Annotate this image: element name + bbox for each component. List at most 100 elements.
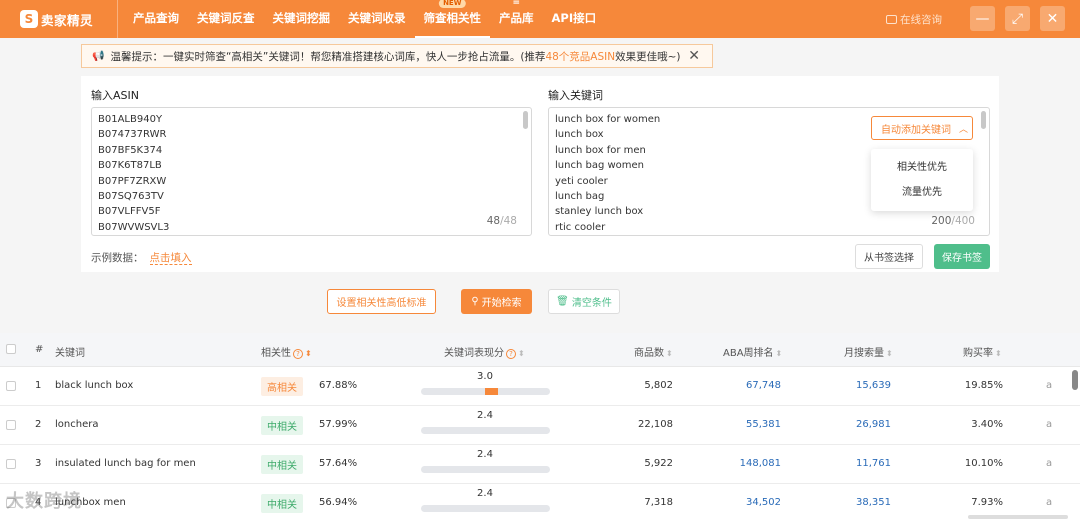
monthly-search[interactable]: 26,981 (820, 419, 891, 430)
nav-keyword-reverse[interactable]: 关键词反查 (188, 0, 264, 38)
amazon-icon[interactable]: a (1046, 380, 1052, 391)
textarea-line: B074737RWR (98, 129, 167, 141)
aba-rank[interactable]: 34,502 (700, 497, 781, 508)
row-keyword[interactable]: lonchera (55, 419, 98, 430)
score-bar-track (421, 466, 550, 473)
page-scrollbar[interactable] (1072, 370, 1078, 390)
relevance-badge: 中相关 (261, 416, 303, 435)
auto-add-dropdown: 相关性优先 流量优先 (871, 149, 973, 211)
save-bookmark-button[interactable]: 保存书签 (934, 244, 990, 269)
score-bar-fill (485, 388, 498, 395)
purchase-rate: 10.10% (964, 458, 1003, 469)
product-count: 22,108 (638, 419, 673, 430)
sort-icon[interactable]: ⬍ (518, 349, 525, 358)
row-checkbox[interactable] (6, 381, 16, 391)
product-count: 5,922 (644, 458, 673, 469)
relevance-percent: 57.99% (319, 419, 358, 430)
textarea-line: B07SQ763TV (98, 191, 164, 203)
help-icon[interactable]: ? (506, 349, 516, 359)
tip-close-icon[interactable]: ✕ (688, 48, 700, 64)
monthly-search[interactable]: 38,351 (820, 497, 891, 508)
nav-keyword-mining[interactable]: 关键词挖掘 (264, 0, 340, 38)
select-all-checkbox[interactable] (6, 344, 16, 354)
nav-keyword-indexing[interactable]: 关键词收录 (339, 0, 415, 38)
start-search-button[interactable]: ⚲ 开始检索 (461, 289, 532, 314)
row-keyword[interactable]: black lunch box (55, 380, 133, 391)
textarea-line: B07WVWSVL3 (98, 221, 170, 233)
maximize-button[interactable]: ⤢ (1005, 6, 1030, 31)
textarea-line: B07K6T87LB (98, 160, 162, 172)
sort-icon[interactable]: ⬍ (886, 349, 893, 358)
header-aba-rank[interactable]: ABA周排名 ⬍ (723, 344, 782, 359)
amazon-icon[interactable]: a (1046, 497, 1052, 508)
purchase-rate: 3.40% (971, 419, 1003, 430)
row-checkbox[interactable] (6, 459, 16, 469)
sort-icon[interactable]: ⬍ (305, 349, 312, 358)
amazon-icon[interactable]: a (1046, 419, 1052, 430)
monthly-search[interactable]: 15,639 (820, 380, 891, 391)
nav-product-query[interactable]: 产品查询 (124, 0, 188, 38)
auto-add-keywords-button[interactable]: 自动添加关键词 ︿ (871, 116, 973, 140)
table-row[interactable]: 1 black lunch box 高相关 67.88% 3.0 5,802 67,748 1… (0, 367, 1080, 406)
product-count: 5,802 (644, 380, 673, 391)
option-relevance-first[interactable]: 相关性优先 (871, 155, 973, 180)
aba-rank[interactable]: 148,081 (700, 458, 781, 469)
header-monthly-search[interactable]: 月搜索量 ⬍ (844, 344, 893, 359)
fill-example-link[interactable]: 点击填入 (149, 252, 192, 265)
product-count: 7,318 (644, 497, 673, 508)
menu-icon: ≡ (512, 0, 521, 7)
nav-relevance-screen[interactable]: NEW 筛查相关性 (414, 0, 490, 38)
table-row[interactable]: 2 lonchera 中相关 57.99% 2.4 22,108 55,381 26,981 3… (0, 406, 1080, 445)
close-window-button[interactable]: ✕ (1040, 6, 1065, 31)
table-row[interactable]: 4 lunchbox men 中相关 56.94% 2.4 7,318 34,502 38,3… (0, 484, 1080, 521)
amazon-icon[interactable]: a (1046, 458, 1052, 469)
score-value: 2.4 (477, 410, 493, 421)
chevron-up-icon: ︿ (959, 124, 969, 135)
nav-product-library[interactable]: ≡ 产品库 (490, 0, 543, 38)
row-index: 3 (35, 458, 42, 469)
header-score[interactable]: 关键词表现分? ⬍ (444, 344, 525, 359)
new-badge: NEW (439, 0, 466, 8)
search-icon: ⚲ (471, 296, 479, 307)
row-index: 1 (35, 380, 42, 391)
app-logo[interactable]: S 卖家精灵 (0, 0, 118, 38)
textarea-line: B07VLFFV5F (98, 206, 161, 218)
asin-textarea[interactable]: B01ALB940Y B074737RWR B07BF5K374 B07K6T87LB… (91, 107, 532, 236)
header-keyword: 关键词 (55, 348, 85, 359)
header-relevance[interactable]: 相关性? ⬍ (261, 344, 312, 359)
option-traffic-first[interactable]: 流量优先 (871, 180, 973, 205)
set-relevance-standard-button[interactable]: 设置相关性高低标准 (327, 289, 436, 314)
sort-icon[interactable]: ⬍ (995, 349, 1002, 358)
help-icon[interactable]: ? (293, 349, 303, 359)
purchase-rate: 19.85% (964, 380, 1003, 391)
aba-rank[interactable]: 55,381 (700, 419, 781, 430)
online-consult-link[interactable]: 在线咨询 (886, 12, 942, 27)
row-checkbox[interactable] (6, 420, 16, 430)
tip-text-suffix: 效果更佳哦~) (615, 50, 681, 63)
nav-api[interactable]: API接口 (543, 0, 606, 38)
megaphone-icon: 📢 (92, 50, 105, 62)
header-purchase-rate[interactable]: 购买率 ⬍ (963, 344, 1002, 359)
header-products[interactable]: 商品数 ⬍ (634, 344, 673, 359)
horizontal-scrollbar[interactable] (968, 515, 1068, 519)
score-value: 2.4 (477, 449, 493, 460)
sort-icon[interactable]: ⬍ (666, 349, 673, 358)
header-index: # (35, 344, 44, 355)
monthly-search[interactable]: 11,761 (820, 458, 891, 469)
clear-conditions-button[interactable]: 🗑 清空条件 (548, 289, 620, 314)
table-header: # 关键词 相关性? ⬍ 关键词表现分? ⬍ 商品数 ⬍ ABA周排名 ⬍ 月搜索量 ⬍ … (0, 333, 1080, 367)
chat-icon (886, 15, 897, 24)
relevance-badge: 中相关 (261, 455, 303, 474)
table-row[interactable]: 3 insulated lunch bag for men 中相关 57.64% 2.4… (0, 445, 1080, 484)
asin-label: 输入ASIN (91, 89, 139, 102)
select-bookmark-button[interactable]: 从书签选择 (855, 244, 923, 269)
keyword-scrollbar[interactable] (981, 111, 986, 129)
textarea-line: B07PF7ZRXW (98, 175, 167, 187)
minimize-button[interactable]: — (970, 6, 995, 31)
sort-icon[interactable]: ⬍ (776, 349, 783, 358)
score-bar-track (421, 427, 550, 434)
tip-link[interactable]: 48个竞品ASIN (545, 49, 615, 64)
asin-scrollbar[interactable] (523, 111, 528, 129)
aba-rank[interactable]: 67,748 (700, 380, 781, 391)
row-keyword[interactable]: insulated lunch bag for men (55, 458, 196, 469)
